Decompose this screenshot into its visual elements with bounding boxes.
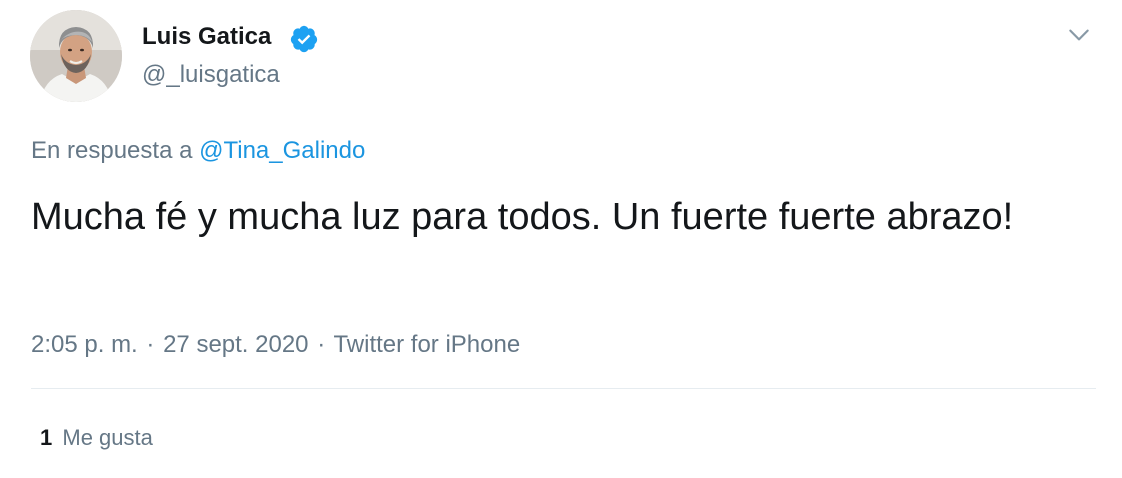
display-name[interactable]: Luis Gatica [142,21,271,53]
likes-stat[interactable]: 1 Me gusta [40,422,153,454]
reply-target-link[interactable]: @Tina_Galindo [199,137,365,164]
tweet-date[interactable]: 27 sept. 2020 [163,331,308,358]
tweet-card: Luis Gatica @_luisgatica En respuesta a … [0,0,1122,478]
verified-badge-icon [290,25,318,53]
user-handle[interactable]: @_luisgatica [142,59,280,91]
avatar-image [30,10,122,102]
tweet-source[interactable]: Twitter for iPhone [333,331,520,358]
tweet-meta: 2:05 p. m. · 27 sept. 2020 · Twitter for… [31,328,520,362]
divider [31,388,1096,389]
chevron-down-icon[interactable] [1066,22,1092,48]
likes-label: Me gusta [62,425,153,450]
avatar[interactable] [30,10,122,102]
tweet-text: Mucha fé y mucha luz para todos. Un fuer… [31,196,1014,238]
reply-prefix: En respuesta a [31,137,193,164]
meta-separator: · [317,331,326,358]
tweet-time[interactable]: 2:05 p. m. [31,331,138,358]
likes-count: 1 [40,425,53,450]
reply-context: En respuesta a @Tina_Galindo [31,134,365,168]
meta-separator: · [146,331,155,358]
